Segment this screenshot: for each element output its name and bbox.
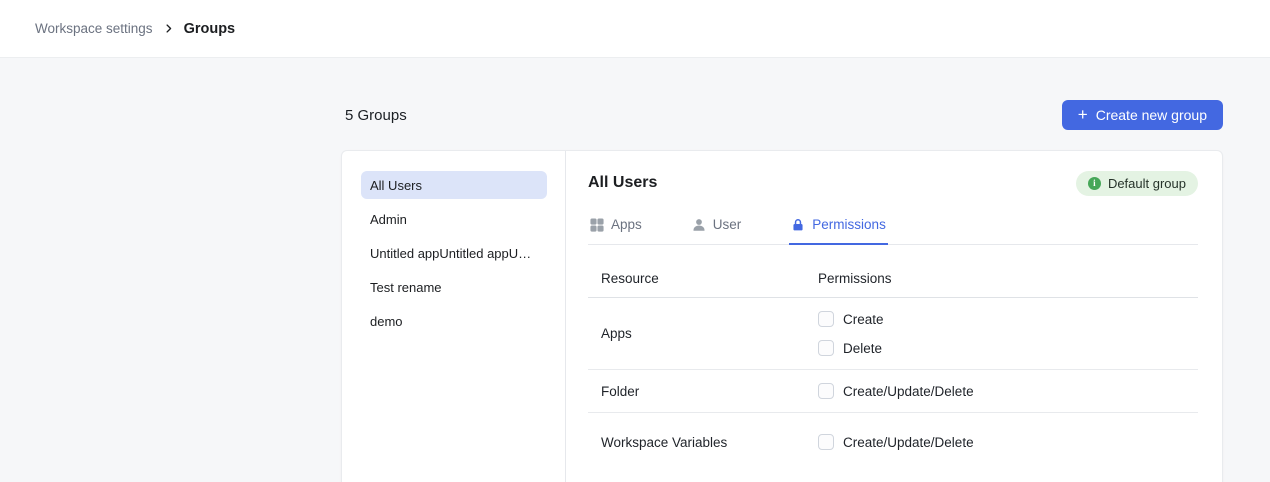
groups-content-column: 5 Groups + Create new group All Users Ad…: [341, 100, 1223, 482]
apps-delete-label: Delete: [843, 341, 882, 356]
default-group-badge: i Default group: [1076, 171, 1198, 196]
apps-create-label: Create: [843, 312, 884, 327]
lock-icon: [791, 218, 805, 232]
apps-permissions: Create Delete: [818, 311, 1198, 356]
tab-permissions-label: Permissions: [812, 217, 886, 232]
page-head: 5 Groups + Create new group: [341, 100, 1223, 130]
group-detail-panel: All Users i Default group Apps: [566, 151, 1222, 482]
group-item-untitled-app[interactable]: Untitled appUntitled appUntitle…: [361, 239, 547, 267]
table-row-workspace-variables: Workspace Variables Create/Update/Delete: [588, 413, 1198, 463]
create-new-group-label: Create new group: [1096, 107, 1207, 123]
table-row-folder: Folder Create/Update/Delete: [588, 370, 1198, 413]
tab-user-label: User: [713, 217, 742, 232]
breadcrumb-workspace-settings[interactable]: Workspace settings: [35, 21, 153, 36]
permission-option: Create/Update/Delete: [818, 434, 1198, 450]
top-bar: Workspace settings Groups: [0, 0, 1270, 58]
group-item-test-rename[interactable]: Test rename: [361, 273, 547, 301]
group-item-label: Admin: [370, 212, 407, 227]
group-detail-tabs: Apps User Permissions: [588, 213, 1198, 245]
folder-create-update-delete-checkbox[interactable]: [818, 383, 834, 399]
group-item-label: Untitled appUntitled appUntitle…: [370, 246, 538, 261]
resource-label: Apps: [601, 326, 818, 341]
resource-label: Workspace Variables: [601, 435, 818, 450]
group-item-all-users[interactable]: All Users: [361, 171, 547, 199]
column-header-permissions: Permissions: [818, 271, 1198, 286]
tab-apps[interactable]: Apps: [588, 213, 644, 245]
workspace-variables-create-update-delete-label: Create/Update/Delete: [843, 435, 974, 450]
tab-user[interactable]: User: [690, 213, 744, 245]
apps-delete-checkbox[interactable]: [818, 340, 834, 356]
group-item-label: demo: [370, 314, 403, 329]
user-icon: [692, 218, 706, 232]
tab-apps-label: Apps: [611, 217, 642, 232]
apps-create-checkbox[interactable]: [818, 311, 834, 327]
resource-label: Folder: [601, 384, 818, 399]
default-group-badge-label: Default group: [1108, 176, 1186, 191]
permissions-table: Resource Permissions Apps Create: [588, 263, 1198, 463]
page-body: 5 Groups + Create new group All Users Ad…: [0, 58, 1270, 482]
folder-permissions: Create/Update/Delete: [818, 383, 1198, 399]
groups-count: 5 Groups: [341, 107, 407, 124]
column-header-resource: Resource: [601, 271, 818, 286]
breadcrumb: Workspace settings Groups: [35, 21, 235, 37]
breadcrumb-current-groups: Groups: [184, 21, 236, 37]
info-icon: i: [1088, 177, 1101, 190]
groups-card: All Users Admin Untitled appUntitled app…: [341, 150, 1223, 482]
group-item-admin[interactable]: Admin: [361, 205, 547, 233]
group-title: All Users: [588, 174, 657, 192]
apps-grid-icon: [590, 218, 604, 232]
permission-option: Delete: [818, 340, 1198, 356]
group-item-label: All Users: [370, 178, 422, 193]
workspace-variables-create-update-delete-checkbox[interactable]: [818, 434, 834, 450]
create-new-group-button[interactable]: + Create new group: [1062, 100, 1223, 130]
permission-option: Create: [818, 311, 1198, 327]
group-item-label: Test rename: [370, 280, 442, 295]
table-row-apps: Apps Create Delete: [588, 298, 1198, 370]
plus-icon: +: [1078, 106, 1088, 123]
permissions-table-header: Resource Permissions: [588, 263, 1198, 298]
folder-create-update-delete-label: Create/Update/Delete: [843, 384, 974, 399]
chevron-right-icon: [163, 23, 174, 34]
permission-option: Create/Update/Delete: [818, 383, 1198, 399]
group-item-demo[interactable]: demo: [361, 307, 547, 335]
tab-permissions[interactable]: Permissions: [789, 213, 888, 245]
group-list: All Users Admin Untitled appUntitled app…: [342, 151, 566, 482]
group-detail-header: All Users i Default group: [588, 169, 1198, 197]
workspace-variables-permissions: Create/Update/Delete: [818, 434, 1198, 450]
